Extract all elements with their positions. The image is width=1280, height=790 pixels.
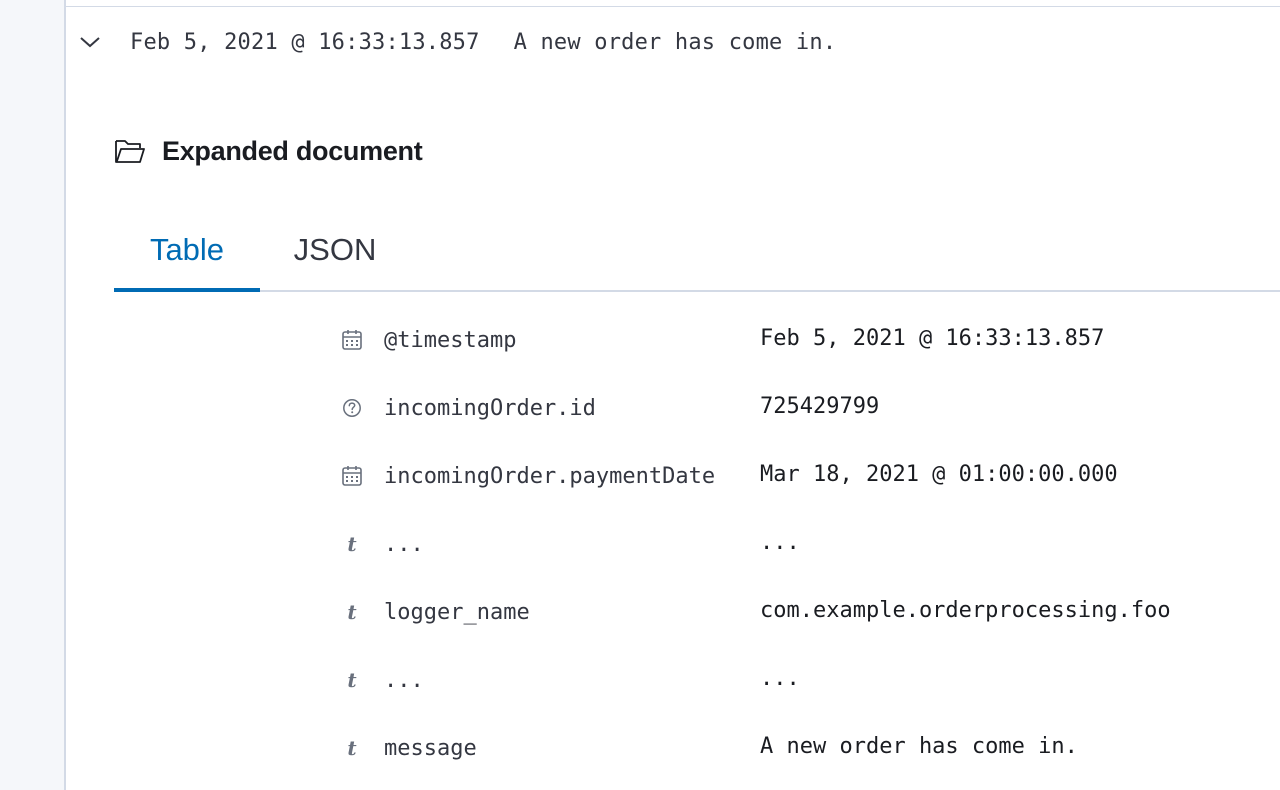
top-divider	[66, 0, 1280, 7]
field-value: ...	[760, 666, 800, 691]
tab-table[interactable]: Table	[114, 210, 260, 292]
question-circle-icon	[338, 394, 366, 422]
text-type-icon: t	[347, 668, 357, 692]
table-row: incomingOrder.paymentDate Mar 18, 2021 @…	[338, 442, 1280, 510]
expanded-document-title: Expanded document	[162, 135, 423, 166]
table-row: t ... ...	[338, 510, 1280, 578]
field-value: com.example.orderprocessing.foo	[760, 598, 1171, 623]
field-name: ...	[384, 668, 424, 693]
field-value: Feb 5, 2021 @ 16:33:13.857	[760, 326, 1105, 351]
left-gutter	[0, 0, 66, 790]
document-row[interactable]: Feb 5, 2021 @ 16:33:13.857 A new order ha…	[78, 24, 836, 60]
table-row: incomingOrder.id 725429799	[338, 374, 1280, 442]
text-type-icon: t	[347, 600, 357, 624]
document-row-text: Feb 5, 2021 @ 16:33:13.857 A new order ha…	[130, 30, 836, 55]
calendar-icon	[338, 326, 366, 354]
expanded-document-header: Expanded document	[114, 132, 423, 170]
document-row-message: A new order has come in.	[513, 29, 837, 55]
field-value: ...	[760, 530, 800, 555]
field-name: @timestamp	[384, 328, 517, 353]
document-row-timestamp: Feb 5, 2021 @ 16:33:13.857	[130, 29, 480, 55]
table-row: t message A new order has come in.	[338, 714, 1280, 782]
chevron-down-icon[interactable]	[78, 30, 102, 54]
table-row: t ... ...	[338, 646, 1280, 714]
field-value: Mar 18, 2021 @ 01:00:00.000	[760, 462, 1118, 487]
field-name: ...	[384, 532, 424, 557]
field-name: logger_name	[384, 600, 530, 625]
field-value: 725429799	[760, 394, 880, 419]
calendar-icon	[338, 462, 366, 490]
field-name: message	[384, 736, 477, 761]
table-row: t logger_name com.example.orderprocessin…	[338, 578, 1280, 646]
field-value: A new order has come in.	[760, 734, 1078, 759]
text-type-icon: t	[347, 736, 357, 760]
field-name: incomingOrder.paymentDate	[384, 464, 716, 489]
field-name: incomingOrder.id	[384, 396, 596, 421]
folder-open-icon	[114, 137, 146, 165]
tab-json[interactable]: JSON	[260, 210, 410, 290]
fields-table: @timestamp Feb 5, 2021 @ 16:33:13.857 in…	[338, 306, 1280, 782]
table-row: @timestamp Feb 5, 2021 @ 16:33:13.857	[338, 306, 1280, 374]
text-type-icon: t	[347, 532, 357, 556]
document-tabs: Table JSON	[114, 210, 1280, 292]
